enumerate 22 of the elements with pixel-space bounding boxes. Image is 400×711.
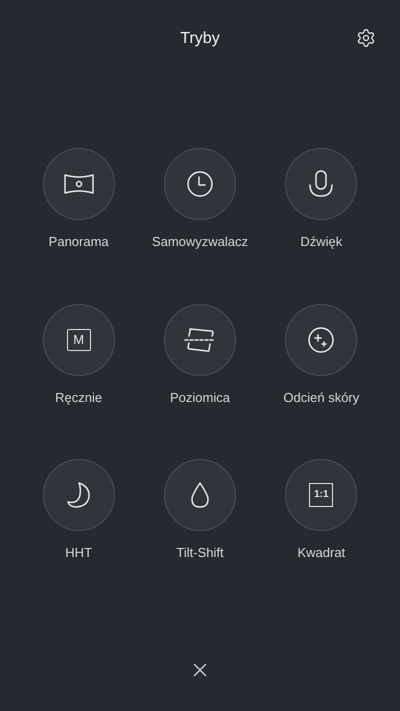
microphone-icon — [307, 169, 336, 199]
screen-title: Tryby — [180, 29, 220, 49]
mode-label: Ręcznie — [55, 388, 102, 407]
mode-button[interactable]: M — [42, 304, 115, 376]
mode-label: Odcień skóry — [283, 388, 360, 407]
moon-icon — [66, 481, 92, 509]
mode-label: Samowyzwalacz — [152, 233, 248, 251]
settings-icon — [356, 28, 376, 48]
sparkle-icon — [307, 326, 336, 354]
mode-label: HHT — [65, 544, 92, 562]
mode-label: Tilt-Shift — [176, 544, 224, 562]
mode-label: Panorama — [48, 233, 109, 251]
mode-label: Dźwięk — [300, 233, 342, 251]
mode-label: Poziomica — [170, 388, 230, 406]
manual-mode-icon: M — [66, 328, 91, 350]
aspect-ratio-icon: 1:1 — [309, 483, 334, 507]
mode-label: Kwadrat — [297, 544, 346, 562]
mode-button[interactable]: 1:1 — [285, 459, 358, 531]
clock-icon — [186, 170, 214, 198]
drop-icon — [188, 481, 211, 509]
settings-button[interactable] — [356, 28, 376, 48]
panorama-icon — [62, 173, 95, 195]
